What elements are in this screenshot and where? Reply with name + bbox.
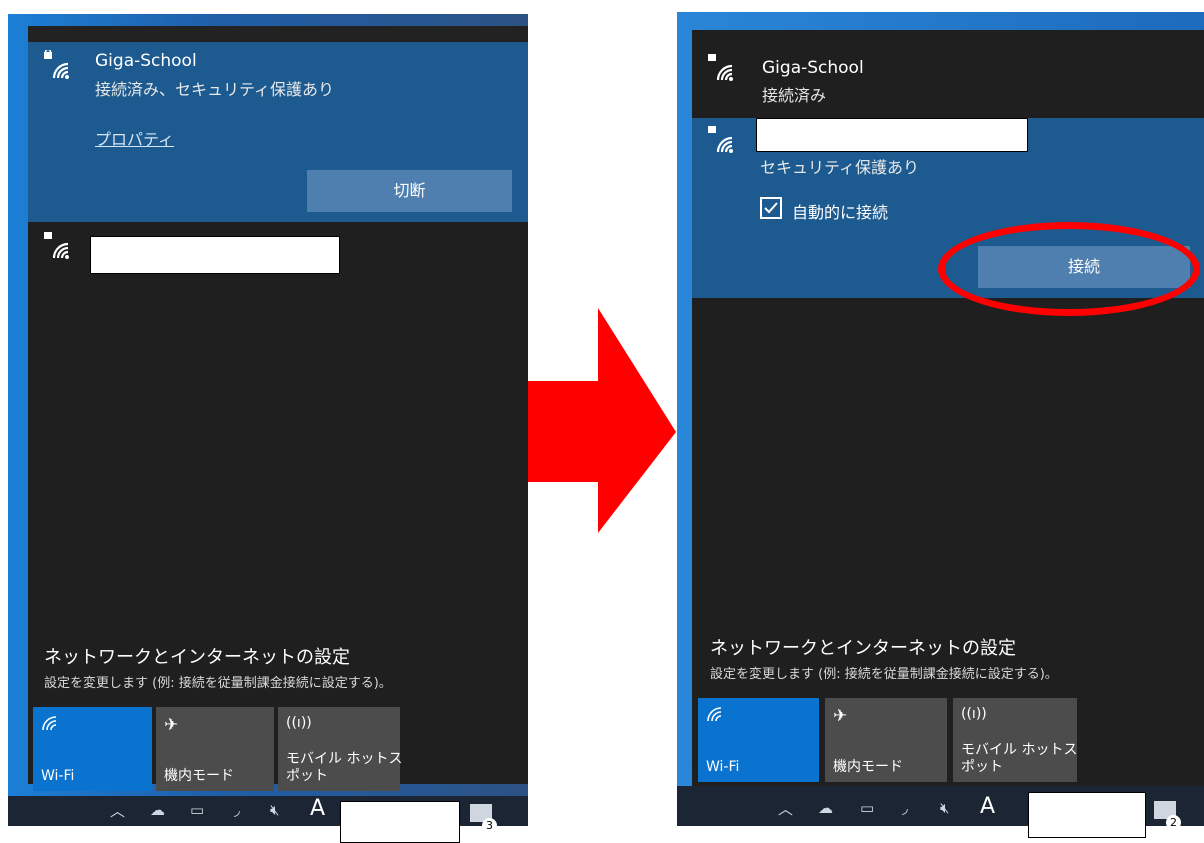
redacted-clock-box [340,801,460,843]
battery-icon[interactable]: ▭ [190,801,204,819]
network-item-giga-school-left[interactable]: Giga-School 接続済み、セキュリティ保護あり プロパティ 切断 [28,42,528,222]
show-hidden-icons-chevron-icon[interactable]: ︿ [110,800,125,821]
show-hidden-icons-chevron-icon[interactable]: ︿ [778,798,793,819]
network-item-redacted-left[interactable] [28,222,528,282]
hotspot-icon: ((ı)) [961,706,987,722]
flyout-top-strip [28,26,528,42]
mobile-hotspot-tile[interactable]: ((ı)) モバイル ホットス ポット [278,707,403,791]
network-tray-icon[interactable]: ◞ [902,799,908,817]
network-status: セキュリティ保護あり [760,158,920,177]
wifi-tile-label: Wi-Fi [41,768,75,784]
network-settings-link[interactable]: ネットワークとインターネットの設定 [44,643,350,669]
network-ssid: Giga-School [762,58,864,78]
network-status: 接続済み [762,86,827,105]
secured-wifi-icon [706,124,736,156]
hotspot-tile-label: モバイル ホットス ポット [286,751,403,784]
auto-connect-label[interactable]: 自動的に接続 [792,199,888,223]
hotspot-icon: ((ı)) [286,715,312,731]
secured-wifi-icon [42,48,72,82]
redacted-ssid-box [90,236,340,274]
ime-indicator[interactable]: A [980,794,995,819]
notification-count-badge: 3 [482,818,497,833]
wifi-tile-label: Wi-Fi [706,759,740,775]
airplane-tile-label: 機内モード [164,768,234,784]
secured-wifi-icon [706,52,736,84]
secured-wifi-icon [42,230,72,262]
transition-arrow [528,308,678,537]
disconnect-button[interactable]: 切断 [307,170,512,212]
network-settings-link[interactable]: ネットワークとインターネットの設定 [710,634,1016,660]
onedrive-icon[interactable]: ☁ [818,799,833,817]
redacted-ssid-box [756,118,1028,152]
wifi-toggle-tile[interactable]: Wi-Fi [698,698,819,782]
network-ssid: Giga-School [95,51,197,71]
wifi-icon [41,715,59,736]
network-status: 接続済み、セキュリティ保護あり [95,80,335,99]
airplane-tile-label: 機内モード [833,759,903,775]
airplane-icon: ✈ [164,715,179,735]
onedrive-icon[interactable]: ☁ [150,801,165,819]
airplane-icon: ✈ [833,706,848,726]
volume-muted-icon[interactable]: 🔇︎ [270,801,279,819]
wifi-icon [706,706,724,727]
redacted-clock-box [1028,792,1146,838]
auto-connect-checkbox[interactable] [760,197,782,219]
network-settings-description: 設定を変更します (例: 接続を従量制課金接続に設定する)。 [710,667,1058,682]
network-item-giga-school-right[interactable]: Giga-School 接続済み [692,42,1204,118]
wifi-toggle-tile[interactable]: Wi-Fi [33,707,152,791]
checkmark-icon [764,202,778,214]
airplane-mode-tile[interactable]: ✈ 機内モード [825,698,947,782]
highlight-ellipse [938,222,1200,316]
hotspot-tile-label: モバイル ホットス ポット [961,742,1078,775]
volume-muted-icon[interactable]: 🔇︎ [940,799,949,817]
airplane-mode-tile[interactable]: ✈ 機内モード [156,707,274,791]
network-settings-description: 設定を変更します (例: 接続を従量制課金接続に設定する)。 [44,676,392,691]
ime-indicator[interactable]: A [310,796,325,821]
network-tray-icon[interactable]: ◞ [234,801,240,819]
properties-link[interactable]: プロパティ [95,126,174,150]
mobile-hotspot-tile[interactable]: ((ı)) モバイル ホットス ポット [953,698,1077,782]
notification-count-badge: 2 [1166,815,1181,830]
battery-icon[interactable]: ▭ [860,799,874,817]
